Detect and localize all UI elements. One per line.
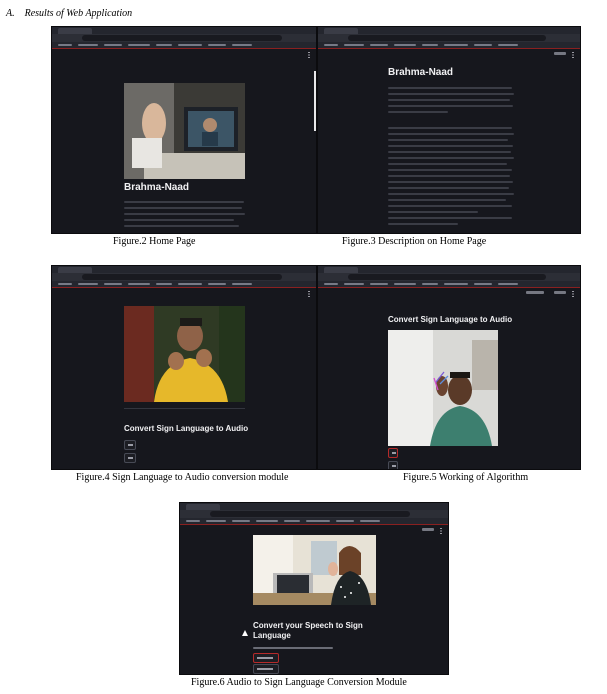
- stop-button[interactable]: [253, 664, 279, 674]
- figure-2-screenshot: Brahma-Naad: [51, 26, 317, 234]
- deploy-button[interactable]: [554, 52, 566, 55]
- figure-6-screenshot: Convert your Speech to Sign Language: [179, 502, 449, 675]
- divider: [124, 408, 245, 409]
- module-title: Convert your Speech to Sign Language: [253, 621, 363, 640]
- description-text: [388, 169, 512, 171]
- browser-tab-bar: [52, 27, 316, 34]
- description-text: [388, 139, 508, 141]
- bookmarks-bar: [318, 42, 580, 49]
- description-text: [388, 205, 512, 207]
- browser-url-bar: [318, 34, 580, 42]
- figure-3-screenshot: Brahma-Naad: [317, 26, 581, 234]
- menu-dots-icon[interactable]: [308, 52, 310, 58]
- description-text: [388, 133, 514, 135]
- figure-5-screenshot: Convert Sign Language to Audio: [317, 265, 581, 470]
- stop-button[interactable]: [124, 453, 136, 463]
- signing-man-photo: [124, 306, 245, 402]
- description-text: [388, 151, 511, 153]
- section-title: Results of Web Application: [24, 8, 133, 19]
- deploy-button[interactable]: [422, 528, 434, 531]
- description-text: [388, 199, 506, 201]
- figure-2-caption: Figure.2 Home Page: [113, 236, 196, 247]
- running-status-indicator: [526, 291, 544, 294]
- section-number: A.: [6, 8, 15, 19]
- description-text: [388, 175, 510, 177]
- description-text: [388, 127, 512, 129]
- description-text: [388, 211, 478, 213]
- menu-dots-icon[interactable]: [308, 291, 310, 297]
- module-title: Convert Sign Language to Audio: [124, 424, 249, 433]
- figure-5-caption: Figure.5 Working of Algorithm: [403, 472, 529, 483]
- browser-tab-bar: [318, 27, 580, 34]
- description-text: [124, 207, 242, 209]
- browser-url-bar: [52, 34, 316, 42]
- description-text: [124, 219, 234, 221]
- menu-dots-icon[interactable]: [440, 528, 442, 534]
- bookmarks-bar: [180, 518, 448, 525]
- deploy-button[interactable]: [554, 291, 566, 294]
- browser-url-bar: [318, 273, 580, 281]
- description-text: [124, 225, 239, 227]
- menu-dots-icon[interactable]: [572, 52, 574, 58]
- module-title: Convert Sign Language to Audio: [388, 315, 513, 324]
- app-title: Brahma-Naad: [124, 182, 190, 193]
- bookmarks-bar: [52, 42, 316, 49]
- figure-4-screenshot: Convert Sign Language to Audio: [51, 265, 317, 470]
- description-text: [124, 201, 244, 203]
- webcam-feed: [388, 330, 498, 446]
- start-button[interactable]: [124, 440, 136, 450]
- description-text: [388, 223, 458, 225]
- cursor-icon: [242, 630, 248, 636]
- description-text: [388, 157, 514, 159]
- description-text: [388, 217, 512, 219]
- instruction-text: [253, 647, 333, 649]
- description-text: [388, 163, 507, 165]
- description-text: [388, 105, 513, 107]
- browser-tab-bar: [180, 503, 448, 510]
- app-title: Brahma-Naad: [388, 67, 454, 78]
- browser-url-bar: [180, 510, 448, 518]
- description-text: [388, 181, 513, 183]
- signing-woman-photo: [253, 535, 376, 605]
- laptop-sign-photo: [124, 83, 245, 179]
- description-text: [124, 213, 245, 215]
- description-text: [388, 111, 448, 113]
- record-button[interactable]: [253, 653, 279, 663]
- browser-tab-bar: [318, 266, 580, 273]
- scrollbar[interactable]: [314, 71, 316, 131]
- bookmarks-bar: [318, 281, 580, 288]
- description-text: [388, 187, 509, 189]
- figure-6-caption: Figure.6 Audio to Sign Language Conversi…: [191, 677, 407, 688]
- description-text: [388, 145, 513, 147]
- description-text: [388, 99, 510, 101]
- menu-dots-icon[interactable]: [572, 291, 574, 297]
- start-button[interactable]: [388, 448, 398, 458]
- description-text: [388, 87, 512, 89]
- figure-4-caption: Figure.4 Sign Language to Audio conversi…: [76, 472, 289, 483]
- section-heading: A. Results of Web Application: [6, 8, 132, 19]
- bookmarks-bar: [52, 281, 316, 288]
- figure-3-caption: Figure.3 Description on Home Page: [342, 236, 487, 247]
- browser-url-bar: [52, 273, 316, 281]
- stop-button[interactable]: [388, 461, 398, 469]
- description-text: [388, 93, 514, 95]
- browser-tab-bar: [52, 266, 316, 273]
- description-text: [388, 193, 514, 195]
